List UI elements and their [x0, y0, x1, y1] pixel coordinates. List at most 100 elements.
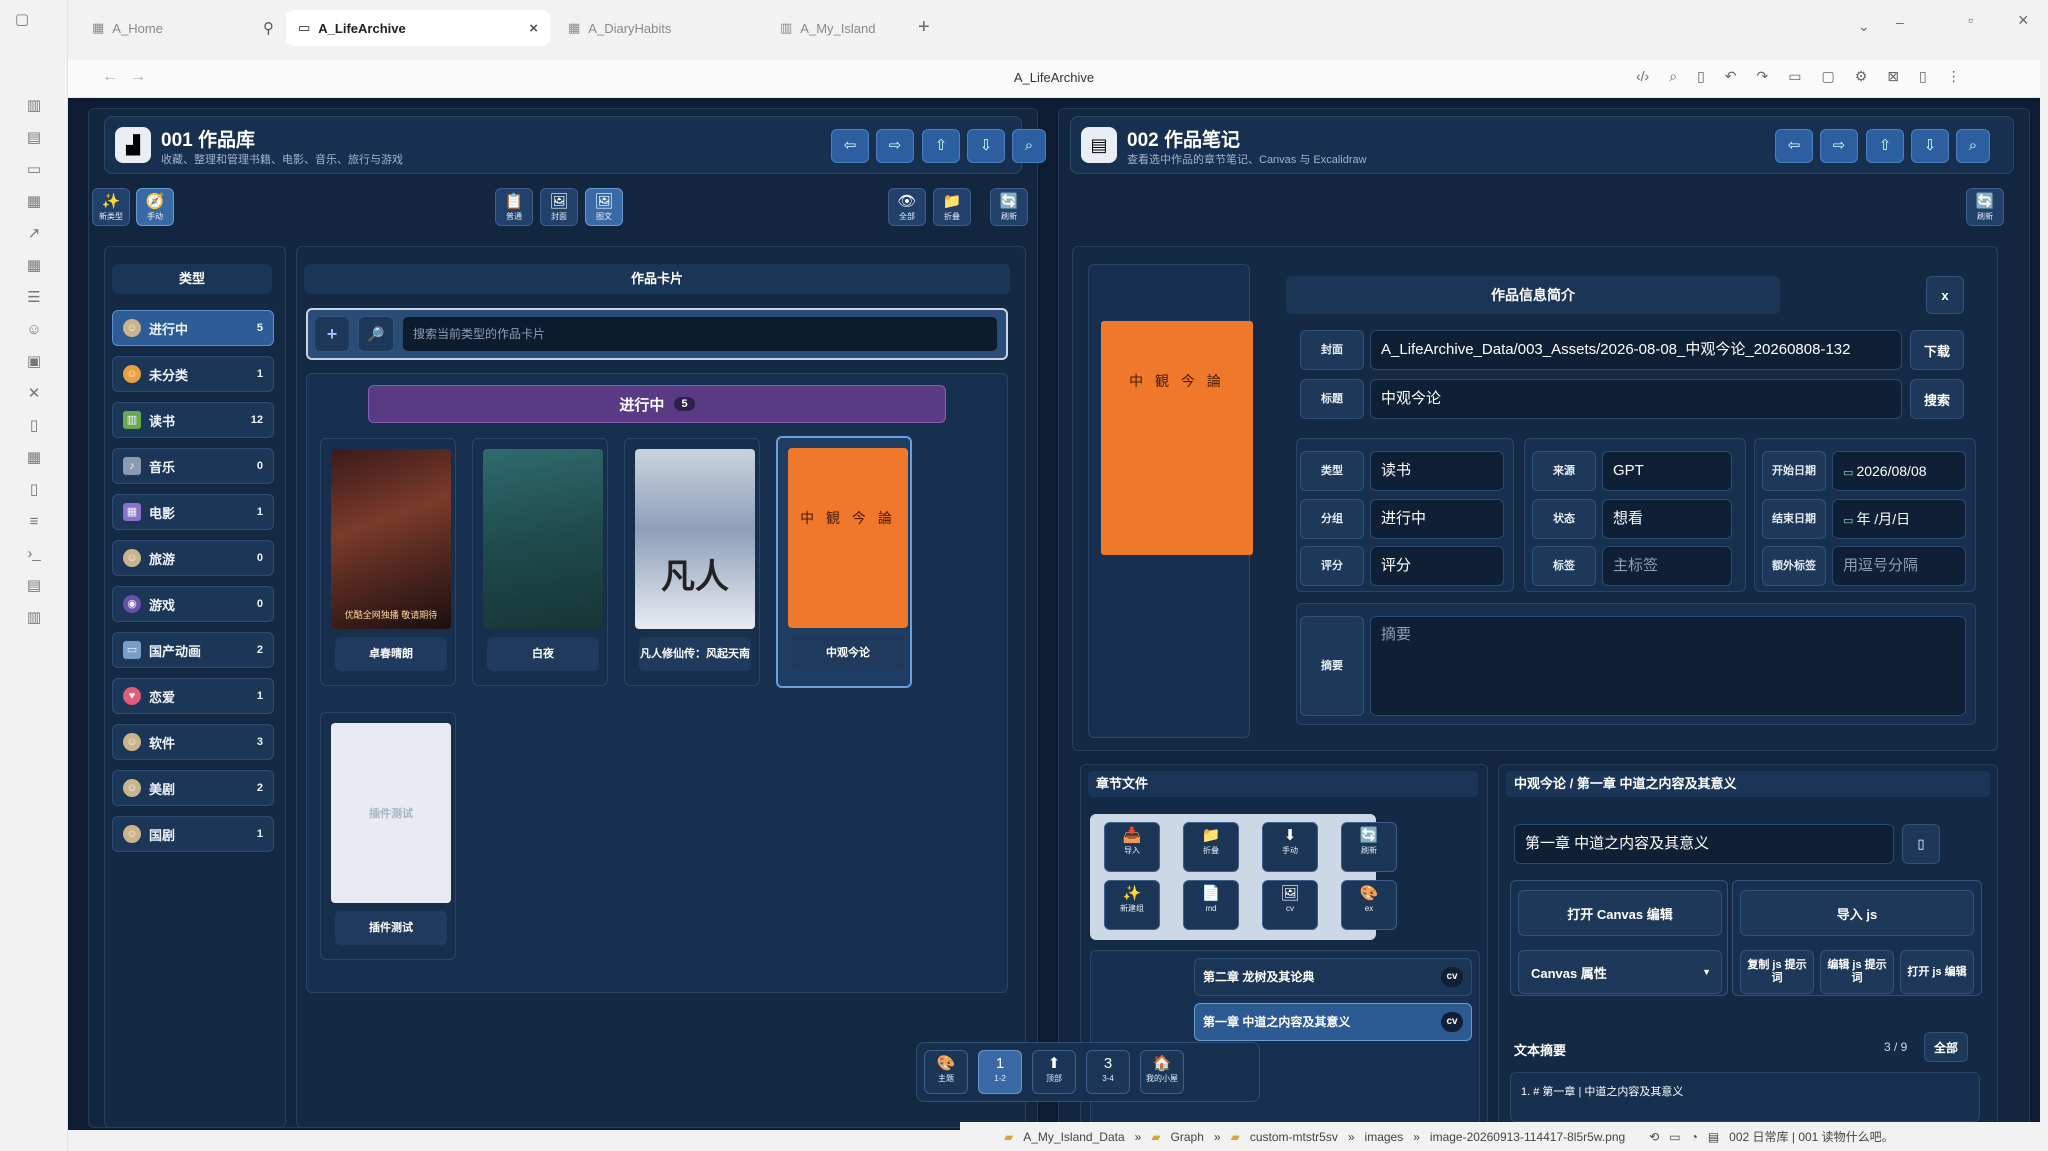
nav-down-button[interactable]: ⇩: [967, 129, 1005, 163]
screen-icon[interactable]: ▭: [1788, 68, 1801, 92]
chapter-tag[interactable]: cv: [1441, 1012, 1463, 1032]
manual-sort-button[interactable]: ⬇ 手动: [1262, 822, 1318, 872]
work-card[interactable]: 优酷全网独播 敬请期待 卓春晴朗: [320, 438, 456, 686]
table-icon[interactable]: ▤: [24, 576, 44, 596]
rating-field[interactable]: 评分: [1370, 546, 1504, 586]
tab-my-island[interactable]: ▥ A_My_Island: [768, 10, 974, 46]
source-field[interactable]: GPT: [1602, 451, 1732, 491]
refresh-chapters-button[interactable]: 🔄 刷新: [1341, 822, 1397, 872]
layout-icon[interactable]: ▥: [24, 608, 44, 628]
breadcrumb-item[interactable]: A_My_Island_Data: [1023, 1130, 1124, 1144]
download-button[interactable]: 下载: [1910, 330, 1964, 370]
chapter-item[interactable]: 第二章 龙树及其论典 cv: [1194, 958, 1472, 996]
nav-up-button[interactable]: ⇧: [1866, 129, 1904, 163]
category-item-animation[interactable]: ▭ 国产动画 2: [112, 632, 274, 668]
import-js-button[interactable]: 导入 js: [1740, 890, 1974, 936]
category-item-software[interactable]: ☺ 软件 3: [112, 724, 274, 760]
scroll-top-button[interactable]: ⬆ 顶部: [1032, 1050, 1076, 1094]
smile-icon[interactable]: ☺: [24, 320, 44, 340]
image-icon[interactable]: ▣: [24, 352, 44, 372]
nav-up-button[interactable]: ⇧: [922, 129, 960, 163]
cover-path-field[interactable]: A_LifeArchive_Data/003_Assets/2026-08-08…: [1370, 330, 1902, 370]
pin-icon[interactable]: ⚲: [263, 19, 274, 37]
collapse-button[interactable]: 📁 折叠: [933, 188, 971, 226]
breadcrumb-item[interactable]: images: [1365, 1130, 1404, 1144]
close-info-button[interactable]: x: [1926, 276, 1964, 314]
lock-icon[interactable]: ▢: [1821, 68, 1834, 92]
new-type-button[interactable]: ✨ 新类型: [92, 188, 130, 226]
title-field[interactable]: 中观今论: [1370, 379, 1902, 419]
new-group-button[interactable]: ✨ 新建组: [1104, 880, 1160, 930]
breadcrumb-item[interactable]: Graph: [1171, 1130, 1204, 1144]
sync-icon[interactable]: ⟲: [1649, 1130, 1659, 1144]
category-item-romance[interactable]: ♥ 恋爱 1: [112, 678, 274, 714]
trash-icon[interactable]: ▯: [24, 416, 44, 436]
nav-left-button[interactable]: ⇦: [831, 129, 869, 163]
menu-icon[interactable]: ≡: [24, 512, 44, 532]
chapter-name-field[interactable]: 第一章 中道之内容及其意义: [1514, 824, 1894, 864]
new-md-button[interactable]: 📄 md: [1183, 880, 1239, 930]
summary-textarea[interactable]: 摘要: [1370, 616, 1966, 716]
new-canvas-button[interactable]: 🖼 cv: [1262, 880, 1318, 930]
list-icon[interactable]: ☰: [24, 288, 44, 308]
print-icon[interactable]: ▭: [1669, 1130, 1680, 1144]
category-item-games[interactable]: ◉ 游戏 0: [112, 586, 274, 622]
layout-icon[interactable]: ▤: [1708, 1130, 1719, 1144]
grid-icon[interactable]: ▦: [24, 256, 44, 276]
tab-diaryhabits[interactable]: ▦ A_DiaryHabits: [556, 10, 762, 46]
manual-button[interactable]: 🧭 手动: [136, 188, 174, 226]
bell-icon[interactable]: ◔: [1691, 1130, 1698, 1144]
show-all-summary-button[interactable]: 全部: [1924, 1032, 1968, 1062]
window-minimize-icon[interactable]: –: [1896, 14, 1904, 30]
work-card[interactable]: 白夜: [472, 438, 608, 686]
category-item-us-drama[interactable]: ☺ 美剧 2: [112, 770, 274, 806]
category-item-travel[interactable]: ☺ 旅游 0: [112, 540, 274, 576]
book-icon[interactable]: ▤: [24, 128, 44, 148]
window-maximize-icon[interactable]: ▫: [1968, 12, 1973, 28]
state-field[interactable]: 想看: [1602, 499, 1732, 539]
apps-icon[interactable]: ▦: [24, 448, 44, 468]
tab-lifearchive[interactable]: ▭ A_LifeArchive ×: [286, 10, 550, 46]
normal-view-button[interactable]: 📋 普通: [495, 188, 533, 226]
category-item-music[interactable]: ♪ 音乐 0: [112, 448, 274, 484]
file-icon[interactable]: ▯: [1902, 824, 1940, 864]
bookmark-icon[interactable]: ▯: [24, 480, 44, 500]
category-item-movie[interactable]: ▦ 电影 1: [112, 494, 274, 530]
search-button[interactable]: ⌕: [1956, 129, 1990, 163]
search-button[interactable]: ⌕: [1012, 129, 1046, 163]
trend-icon[interactable]: ↗: [24, 224, 44, 244]
layout-3-4-button[interactable]: 3 3-4: [1086, 1050, 1130, 1094]
map-icon[interactable]: ▥: [24, 96, 44, 116]
tag-field[interactable]: 主标签: [1602, 546, 1732, 586]
nav-left-button[interactable]: ⇦: [1775, 129, 1813, 163]
book-icon[interactable]: ▯: [1919, 68, 1927, 92]
collapse-chapters-button[interactable]: 📁 折叠: [1183, 822, 1239, 872]
category-item-uncategorized[interactable]: ☺ 未分类 1: [112, 356, 274, 392]
new-excalidraw-button[interactable]: 🎨 ex: [1341, 880, 1397, 930]
end-date-field[interactable]: ▭ 年 /月/日: [1832, 499, 1966, 539]
search-title-button[interactable]: 搜索: [1910, 379, 1964, 419]
group-header[interactable]: 进行中 5: [368, 385, 946, 423]
edit-js-button[interactable]: 编辑 js 提示词: [1820, 950, 1894, 994]
open-canvas-button[interactable]: 打开 Canvas 编辑: [1518, 890, 1722, 936]
work-card-selected[interactable]: 中 観 今 論 中观今论: [776, 436, 912, 688]
calendar-icon[interactable]: ▦: [24, 192, 44, 212]
nav-right-button[interactable]: ⇨: [876, 129, 914, 163]
work-card[interactable]: 凡人 凡人修仙传：风起天南: [624, 438, 760, 686]
image-text-view-button[interactable]: 🖼 图文: [585, 188, 623, 226]
layout-1-2-button[interactable]: 1 1-2: [978, 1050, 1022, 1094]
chapter-item-selected[interactable]: 第一章 中道之内容及其意义 cv: [1194, 1003, 1472, 1041]
gear-icon[interactable]: ⚙: [1855, 68, 1868, 92]
more-icon[interactable]: ⋮: [1947, 68, 1961, 92]
open-js-button[interactable]: 打开 js 编辑: [1900, 950, 1974, 994]
close-icon[interactable]: ×: [529, 20, 538, 37]
nav-down-button[interactable]: ⇩: [1911, 129, 1949, 163]
bookmark-icon[interactable]: ▯: [1697, 68, 1705, 92]
close-box-icon[interactable]: ⊠: [1887, 68, 1899, 92]
tools-icon[interactable]: ✕: [24, 384, 44, 404]
extra-tag-field[interactable]: 用逗号分隔: [1832, 546, 1966, 586]
refresh-button[interactable]: 🔄 刷新: [990, 188, 1028, 226]
search-icon[interactable]: ⌕: [1669, 68, 1677, 92]
add-card-button[interactable]: +: [314, 316, 350, 352]
category-item-cn-drama[interactable]: ☺ 国剧 1: [112, 816, 274, 852]
